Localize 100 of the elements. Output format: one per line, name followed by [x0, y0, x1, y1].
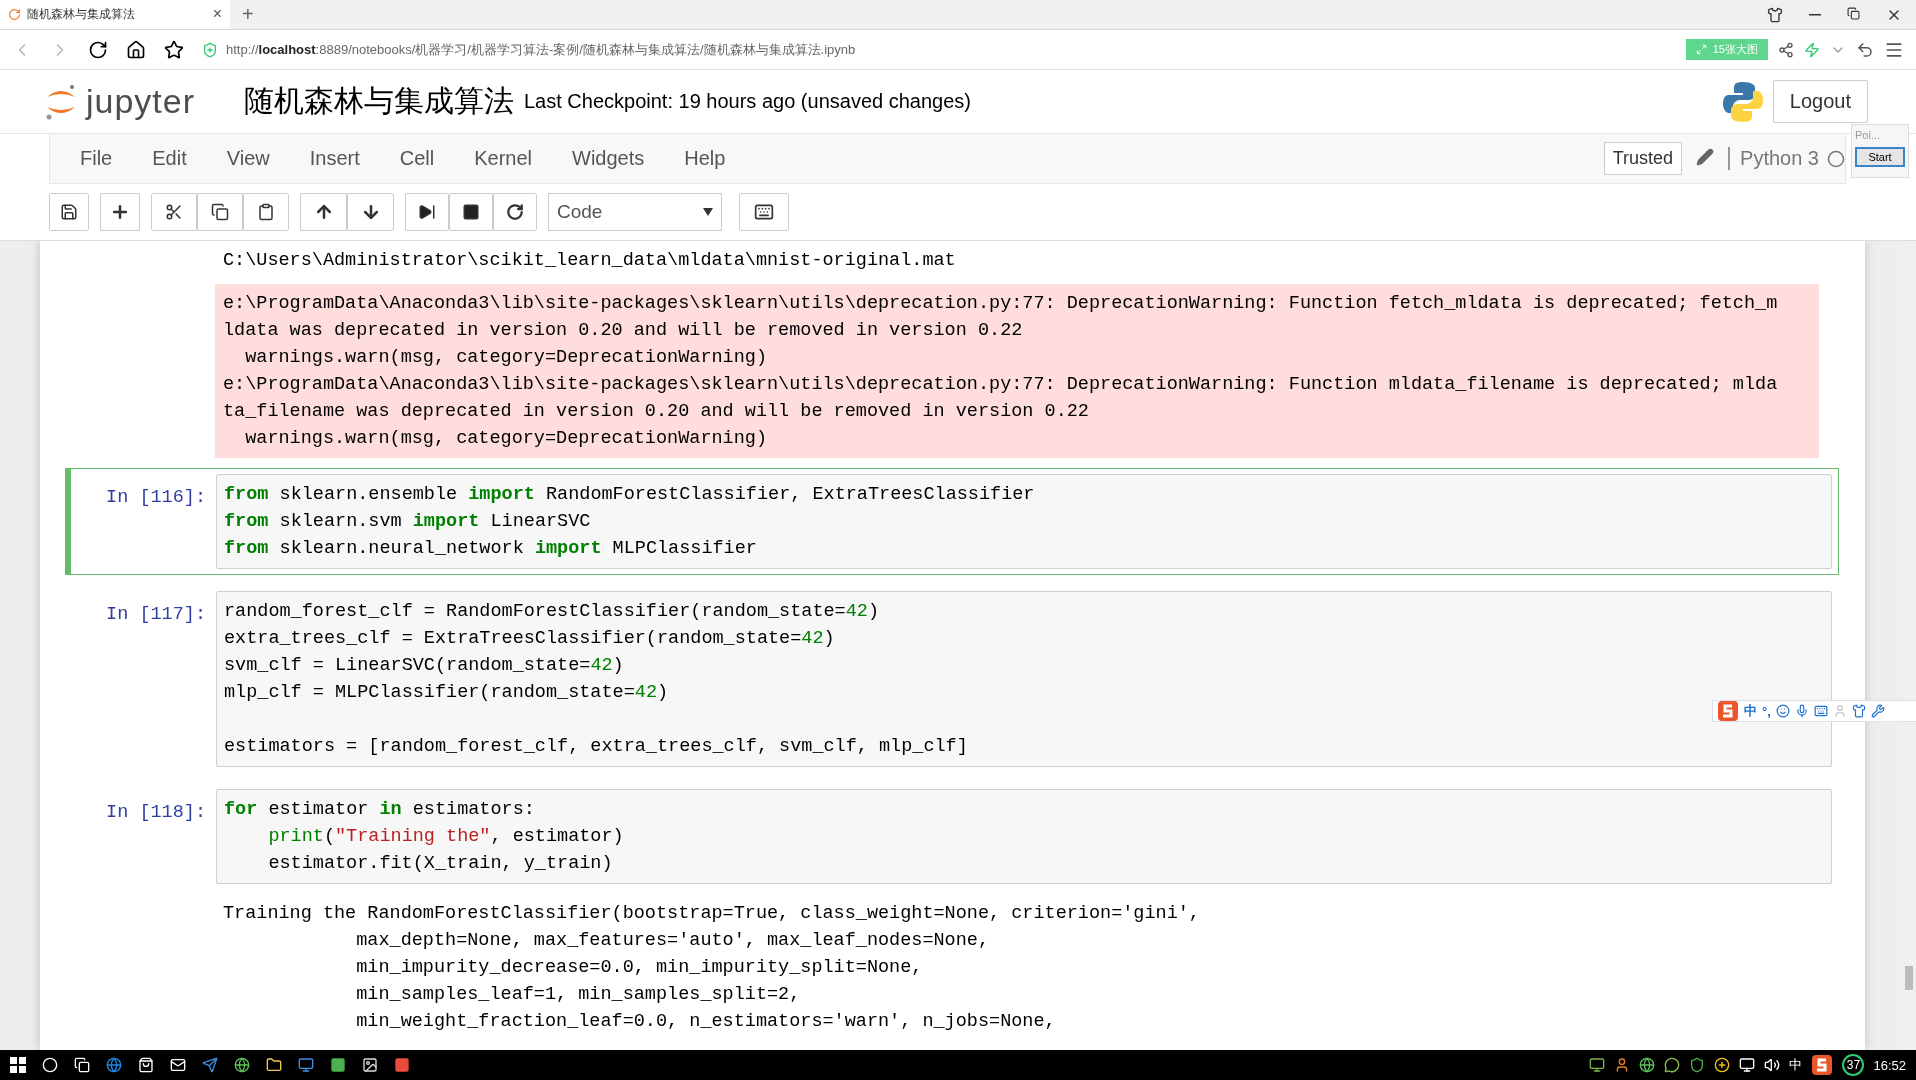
- move-up-button[interactable]: [300, 193, 347, 231]
- shield-icon: [202, 41, 218, 58]
- notebook-title[interactable]: 随机森林与集成算法: [244, 81, 514, 122]
- code-line: estimator.fit(X_train, y_train): [267, 852, 614, 876]
- output-line: Training the RandomForestClassifier(bootstrap=True, class_weight=None, criterion='gini',: [223, 902, 1201, 926]
- code-line: print("Training the", estimator): [267, 825, 625, 849]
- code-line: from sklearn.neural_network import MLPClassifier: [224, 537, 758, 561]
- selected-cell-frame[interactable]: In [116]: from sklearn.ensemble import RandomForestClassifier, ExtraTreesClassifier from sklearn.svm import LinearSVC from sklearn.neural_network import MLPClassifier: [65, 468, 1839, 575]
- menu-item[interactable]: Help: [664, 147, 746, 170]
- shield-icon: [1689, 1057, 1706, 1073]
- code-input[interactable]: [216, 591, 1832, 767]
- stop-icon: [462, 203, 480, 221]
- share-icon: [1778, 41, 1794, 58]
- keyboard-icon: [754, 202, 774, 222]
- plus-icon: [110, 202, 130, 222]
- menu-item[interactable]: Widgets: [552, 147, 665, 170]
- output-line: e:\ProgramData\Anaconda3\lib\site-packages\sklearn\utils\deprecation.py:77: DeprecationWarning: Function fetch_mldata is deprecated; fetch_m: [223, 292, 1779, 316]
- save-button[interactable]: [49, 193, 89, 231]
- globe-icon: [1639, 1057, 1656, 1073]
- code-line: extra_trees_clf = ExtraTreesClassifier(random_state=42): [224, 627, 836, 651]
- paste-button[interactable]: [243, 193, 289, 231]
- pencil-icon: [1696, 147, 1715, 166]
- plus-icon: [1714, 1057, 1731, 1073]
- menu-item[interactable]: Cell: [379, 147, 455, 170]
- chat-icon: [1664, 1057, 1681, 1073]
- app-icon: [330, 1057, 346, 1073]
- network-icon: [1739, 1057, 1756, 1073]
- keyboard-icon: [1813, 704, 1828, 718]
- scroll-thumb[interactable]: [1905, 966, 1913, 990]
- checkpoint-status: Last Checkpoint: 19 hours ago (unsaved changes): [524, 90, 971, 113]
- move-down-button[interactable]: [347, 193, 394, 231]
- restart-icon: [506, 203, 524, 221]
- menu-item[interactable]: File: [60, 147, 133, 170]
- shirt-icon: [1851, 704, 1866, 718]
- menu-item[interactable]: Edit: [132, 147, 207, 170]
- url-field[interactable]: http://localhost:8889/notebooks/机器学习/机器学习算法-案例/随机森林与集成算法/随机森林与集成算法.ipynb: [226, 40, 856, 59]
- smile-icon: [1775, 704, 1790, 718]
- run-button[interactable]: [405, 193, 449, 231]
- menu-item[interactable]: Insert: [289, 147, 380, 170]
- popup-title: Poi...: [1855, 129, 1882, 141]
- trusted-indicator[interactable]: Trusted: [1603, 142, 1683, 175]
- tab-close-button[interactable]: ×: [212, 5, 222, 23]
- home-icon: [126, 39, 146, 60]
- start-button[interactable]: Start: [1855, 147, 1905, 167]
- code-input[interactable]: from sklearn.ensemble import RandomForestClassifier, ExtraTreesClassifier from sklearn.svm import LinearSVC from sklearn.neural_network import MLPClassifier: [216, 474, 1832, 569]
- output-line: min_impurity_decrease=0.0, min_impurity_split=None,: [355, 956, 924, 980]
- output-line: min_weight_fraction_leaf=0.0, n_estimators='warn', n_jobs=None,: [355, 1010, 1057, 1034]
- new-tab-button[interactable]: +: [230, 3, 266, 26]
- output-line: warnings.warn(msg, category=DeprecationWarning): [244, 427, 768, 451]
- loading-icon: [8, 7, 21, 21]
- windows-logo-icon[interactable]: [10, 1057, 26, 1073]
- app-icon: [394, 1057, 410, 1073]
- code-line: from sklearn.ensemble import RandomForestClassifier, ExtraTreesClassifier: [224, 483, 1036, 507]
- cell-type-select[interactable]: Code: [548, 193, 722, 231]
- output-line: min_samples_leaf=1, min_samples_split=2,: [355, 983, 802, 1007]
- ime-mode[interactable]: 中: [1744, 702, 1757, 720]
- insert-cell-button[interactable]: [100, 193, 140, 231]
- output-line: max_depth=None, max_features='auto', max_leaf_nodes=None,: [355, 929, 991, 953]
- user-icon: [1832, 704, 1847, 718]
- image-icon: [362, 1057, 378, 1073]
- code-line: estimators = [random_forest_clf, extra_trees_clf, svm_clf, mlp_clf]: [224, 735, 969, 759]
- clipboard-icon: [257, 203, 275, 221]
- tab-title: 随机森林与集成算法: [27, 5, 136, 23]
- code-line: for estimator in estimators:: [224, 798, 536, 822]
- cut-button[interactable]: [151, 193, 197, 231]
- shirt-icon: [1767, 6, 1783, 23]
- cell-prompt: In [116]:: [105, 486, 207, 510]
- ime-indicator[interactable]: 中: [1789, 1056, 1803, 1074]
- output-line: ldata was deprecated in version 0.20 and will be removed in version 0.22: [223, 319, 1024, 343]
- code-input[interactable]: for estimator in estimators: print("Training the", estimator) estimator.fit(X_train, y_train): [216, 789, 1832, 884]
- menu-item[interactable]: View: [206, 147, 290, 170]
- sogou-logo-icon: [1811, 1054, 1834, 1076]
- expand-icon: [1695, 44, 1707, 55]
- notification-badge[interactable]: 37: [1842, 1054, 1865, 1076]
- cell-prompt: In [117]:: [105, 603, 207, 627]
- copy-icon: [211, 203, 229, 221]
- keyboard-button[interactable]: [739, 193, 789, 231]
- reload-icon: [88, 39, 108, 60]
- save-icon: [60, 203, 78, 221]
- volume-icon: [1764, 1057, 1781, 1073]
- caret-icon: [703, 208, 713, 216]
- restart-button[interactable]: [493, 193, 537, 231]
- browser-icon: [106, 1057, 122, 1073]
- browser-tab[interactable]: 随机森林与集成算法 ×: [0, 0, 230, 29]
- minimize-icon[interactable]: [1809, 13, 1821, 16]
- clock[interactable]: 16:52: [1873, 1057, 1906, 1073]
- kernel-name: Python 3: [1728, 147, 1827, 170]
- punctuation-mode[interactable]: °,: [1762, 703, 1771, 719]
- copy-button[interactable]: [197, 193, 243, 231]
- lightning-icon: [1804, 41, 1820, 58]
- stop-button[interactable]: [449, 193, 493, 231]
- logout-button[interactable]: Logout: [1772, 80, 1868, 123]
- code-line: svm_clf = LinearSVC(random_state=42): [224, 654, 625, 678]
- badge-label: 15张大图: [1712, 42, 1758, 57]
- menu-item[interactable]: Kernel: [454, 147, 552, 170]
- code-line: from sklearn.svm import LinearSVC: [224, 510, 592, 534]
- code-line: mlp_clf = MLPClassifier(random_state=42): [224, 681, 670, 705]
- star-icon: [164, 39, 184, 60]
- output-line: ta_filename was deprecated in version 0.20 and will be removed in version 0.22: [223, 400, 1090, 424]
- mic-icon: [1794, 704, 1809, 718]
